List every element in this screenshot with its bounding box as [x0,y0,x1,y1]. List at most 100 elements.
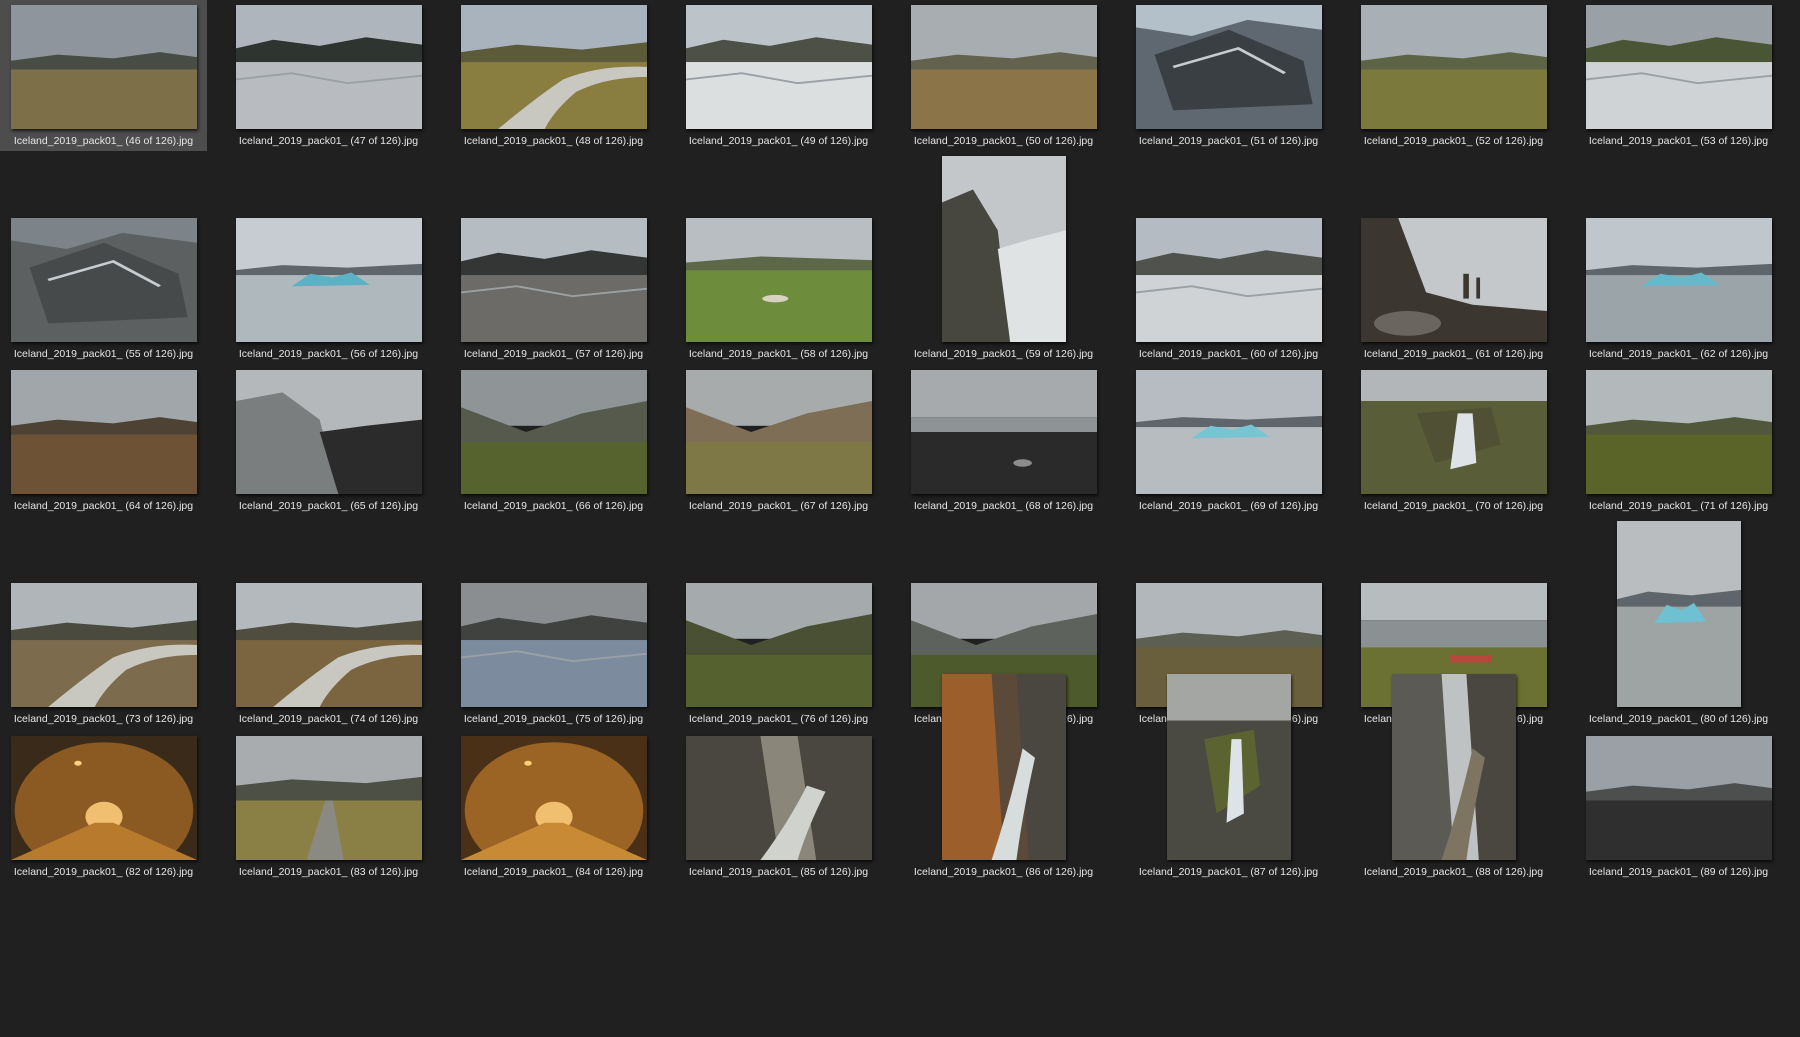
file-item[interactable]: Iceland_2019_pack01_ (73 of 126).jpg [0,578,207,729]
file-item[interactable]: Iceland_2019_pack01_ (87 of 126).jpg [1125,674,1332,882]
file-thumbnail[interactable] [10,736,197,860]
file-name-label: Iceland_2019_pack01_ (69 of 126).jpg [1138,500,1319,512]
file-thumbnail[interactable] [685,736,872,860]
file-name-label: Iceland_2019_pack01_ (64 of 126).jpg [13,500,194,512]
file-thumbnail[interactable] [10,370,197,494]
file-item[interactable]: Iceland_2019_pack01_ (86 of 126).jpg [900,674,1107,882]
file-item[interactable]: Iceland_2019_pack01_ (56 of 126).jpg [225,213,432,364]
file-name-label: Iceland_2019_pack01_ (89 of 126).jpg [1588,866,1769,878]
file-item[interactable]: Iceland_2019_pack01_ (57 of 126).jpg [450,213,657,364]
file-thumbnail[interactable] [1585,5,1772,129]
file-name-label: Iceland_2019_pack01_ (49 of 126).jpg [688,135,869,147]
file-thumbnail[interactable] [460,218,647,342]
file-item[interactable]: Iceland_2019_pack01_ (52 of 126).jpg [1350,0,1557,151]
file-thumbnail[interactable] [1166,674,1291,860]
file-item[interactable]: Iceland_2019_pack01_ (89 of 126).jpg [1575,731,1782,882]
file-thumbnail[interactable] [235,218,422,342]
file-name-label: Iceland_2019_pack01_ (58 of 126).jpg [688,348,869,360]
file-thumbnail[interactable] [460,370,647,494]
file-thumbnail[interactable] [10,583,197,707]
file-item[interactable]: Iceland_2019_pack01_ (46 of 126).jpg [0,0,207,151]
file-name-label: Iceland_2019_pack01_ (51 of 126).jpg [1138,135,1319,147]
file-name-label: Iceland_2019_pack01_ (53 of 126).jpg [1588,135,1769,147]
file-item[interactable]: Iceland_2019_pack01_ (53 of 126).jpg [1575,0,1782,151]
file-item[interactable]: Iceland_2019_pack01_ (48 of 126).jpg [450,0,657,151]
file-item[interactable]: Iceland_2019_pack01_ (65 of 126).jpg [225,365,432,516]
file-thumbnail[interactable] [1135,218,1322,342]
file-item[interactable]: Iceland_2019_pack01_ (64 of 126).jpg [0,365,207,516]
file-name-label: Iceland_2019_pack01_ (76 of 126).jpg [688,713,869,725]
file-item[interactable]: Iceland_2019_pack01_ (80 of 126).jpg [1575,521,1782,729]
file-name-label: Iceland_2019_pack01_ (82 of 126).jpg [13,866,194,878]
file-name-label: Iceland_2019_pack01_ (62 of 126).jpg [1588,348,1769,360]
file-thumbnail[interactable] [460,5,647,129]
file-name-label: Iceland_2019_pack01_ (87 of 126).jpg [1138,866,1319,878]
file-item[interactable]: Iceland_2019_pack01_ (75 of 126).jpg [450,578,657,729]
file-item[interactable]: Iceland_2019_pack01_ (74 of 126).jpg [225,578,432,729]
file-thumbnail[interactable] [685,583,872,707]
file-item[interactable]: Iceland_2019_pack01_ (76 of 126).jpg [675,578,882,729]
file-thumbnail[interactable] [1360,218,1547,342]
file-thumbnail[interactable] [10,5,197,129]
file-name-label: Iceland_2019_pack01_ (70 of 126).jpg [1363,500,1544,512]
file-item[interactable]: Iceland_2019_pack01_ (61 of 126).jpg [1350,213,1557,364]
file-item[interactable]: Iceland_2019_pack01_ (60 of 126).jpg [1125,213,1332,364]
file-item[interactable]: Iceland_2019_pack01_ (82 of 126).jpg [0,731,207,882]
file-name-label: Iceland_2019_pack01_ (84 of 126).jpg [463,866,644,878]
file-name-label: Iceland_2019_pack01_ (47 of 126).jpg [238,135,419,147]
file-name-label: Iceland_2019_pack01_ (59 of 126).jpg [913,348,1094,360]
file-item[interactable]: Iceland_2019_pack01_ (85 of 126).jpg [675,731,882,882]
file-thumbnail[interactable] [910,5,1097,129]
file-name-label: Iceland_2019_pack01_ (75 of 126).jpg [463,713,644,725]
file-thumbnail[interactable] [1616,521,1741,707]
file-name-label: Iceland_2019_pack01_ (85 of 126).jpg [688,866,869,878]
file-thumbnail[interactable] [1585,370,1772,494]
file-item[interactable]: Iceland_2019_pack01_ (71 of 126).jpg [1575,365,1782,516]
file-thumbnail[interactable] [460,583,647,707]
file-item[interactable]: Iceland_2019_pack01_ (59 of 126).jpg [900,156,1107,364]
file-thumbnail[interactable] [1135,5,1322,129]
file-thumbnail[interactable] [685,370,872,494]
file-name-label: Iceland_2019_pack01_ (86 of 126).jpg [913,866,1094,878]
file-thumbnail[interactable] [910,370,1097,494]
file-item[interactable]: Iceland_2019_pack01_ (50 of 126).jpg [900,0,1107,151]
file-item[interactable]: Iceland_2019_pack01_ (47 of 126).jpg [225,0,432,151]
file-thumbnail[interactable] [941,674,1066,860]
file-item[interactable]: Iceland_2019_pack01_ (88 of 126).jpg [1350,674,1557,882]
file-name-label: Iceland_2019_pack01_ (71 of 126).jpg [1588,500,1769,512]
file-item[interactable]: Iceland_2019_pack01_ (68 of 126).jpg [900,365,1107,516]
file-item[interactable]: Iceland_2019_pack01_ (55 of 126).jpg [0,213,207,364]
file-item[interactable]: Iceland_2019_pack01_ (51 of 126).jpg [1125,0,1332,151]
file-thumbnail[interactable] [235,736,422,860]
file-item[interactable]: Iceland_2019_pack01_ (69 of 126).jpg [1125,365,1332,516]
file-item[interactable]: Iceland_2019_pack01_ (67 of 126).jpg [675,365,882,516]
file-grid: Iceland_2019_pack01_ (46 of 126).jpg Ice… [0,0,1800,1037]
file-thumbnail[interactable] [1585,218,1772,342]
file-thumbnail[interactable] [10,218,197,342]
file-name-label: Iceland_2019_pack01_ (65 of 126).jpg [238,500,419,512]
file-thumbnail[interactable] [1585,736,1772,860]
file-thumbnail[interactable] [941,156,1066,342]
file-item[interactable]: Iceland_2019_pack01_ (84 of 126).jpg [450,731,657,882]
file-name-label: Iceland_2019_pack01_ (83 of 126).jpg [238,866,419,878]
file-item[interactable]: Iceland_2019_pack01_ (49 of 126).jpg [675,0,882,151]
file-thumbnail[interactable] [235,5,422,129]
file-thumbnail[interactable] [685,218,872,342]
file-item[interactable]: Iceland_2019_pack01_ (58 of 126).jpg [675,213,882,364]
file-item[interactable]: Iceland_2019_pack01_ (62 of 126).jpg [1575,213,1782,364]
file-name-label: Iceland_2019_pack01_ (67 of 126).jpg [688,500,869,512]
file-thumbnail[interactable] [1360,5,1547,129]
file-name-label: Iceland_2019_pack01_ (57 of 126).jpg [463,348,644,360]
file-item[interactable]: Iceland_2019_pack01_ (83 of 126).jpg [225,731,432,882]
file-thumbnail[interactable] [685,5,872,129]
file-thumbnail[interactable] [1391,674,1516,860]
file-item[interactable]: Iceland_2019_pack01_ (70 of 126).jpg [1350,365,1557,516]
file-thumbnail[interactable] [1135,370,1322,494]
file-name-label: Iceland_2019_pack01_ (61 of 126).jpg [1363,348,1544,360]
file-thumbnail[interactable] [460,736,647,860]
file-name-label: Iceland_2019_pack01_ (46 of 126).jpg [13,135,194,147]
file-thumbnail[interactable] [235,583,422,707]
file-thumbnail[interactable] [235,370,422,494]
file-thumbnail[interactable] [1360,370,1547,494]
file-item[interactable]: Iceland_2019_pack01_ (66 of 126).jpg [450,365,657,516]
